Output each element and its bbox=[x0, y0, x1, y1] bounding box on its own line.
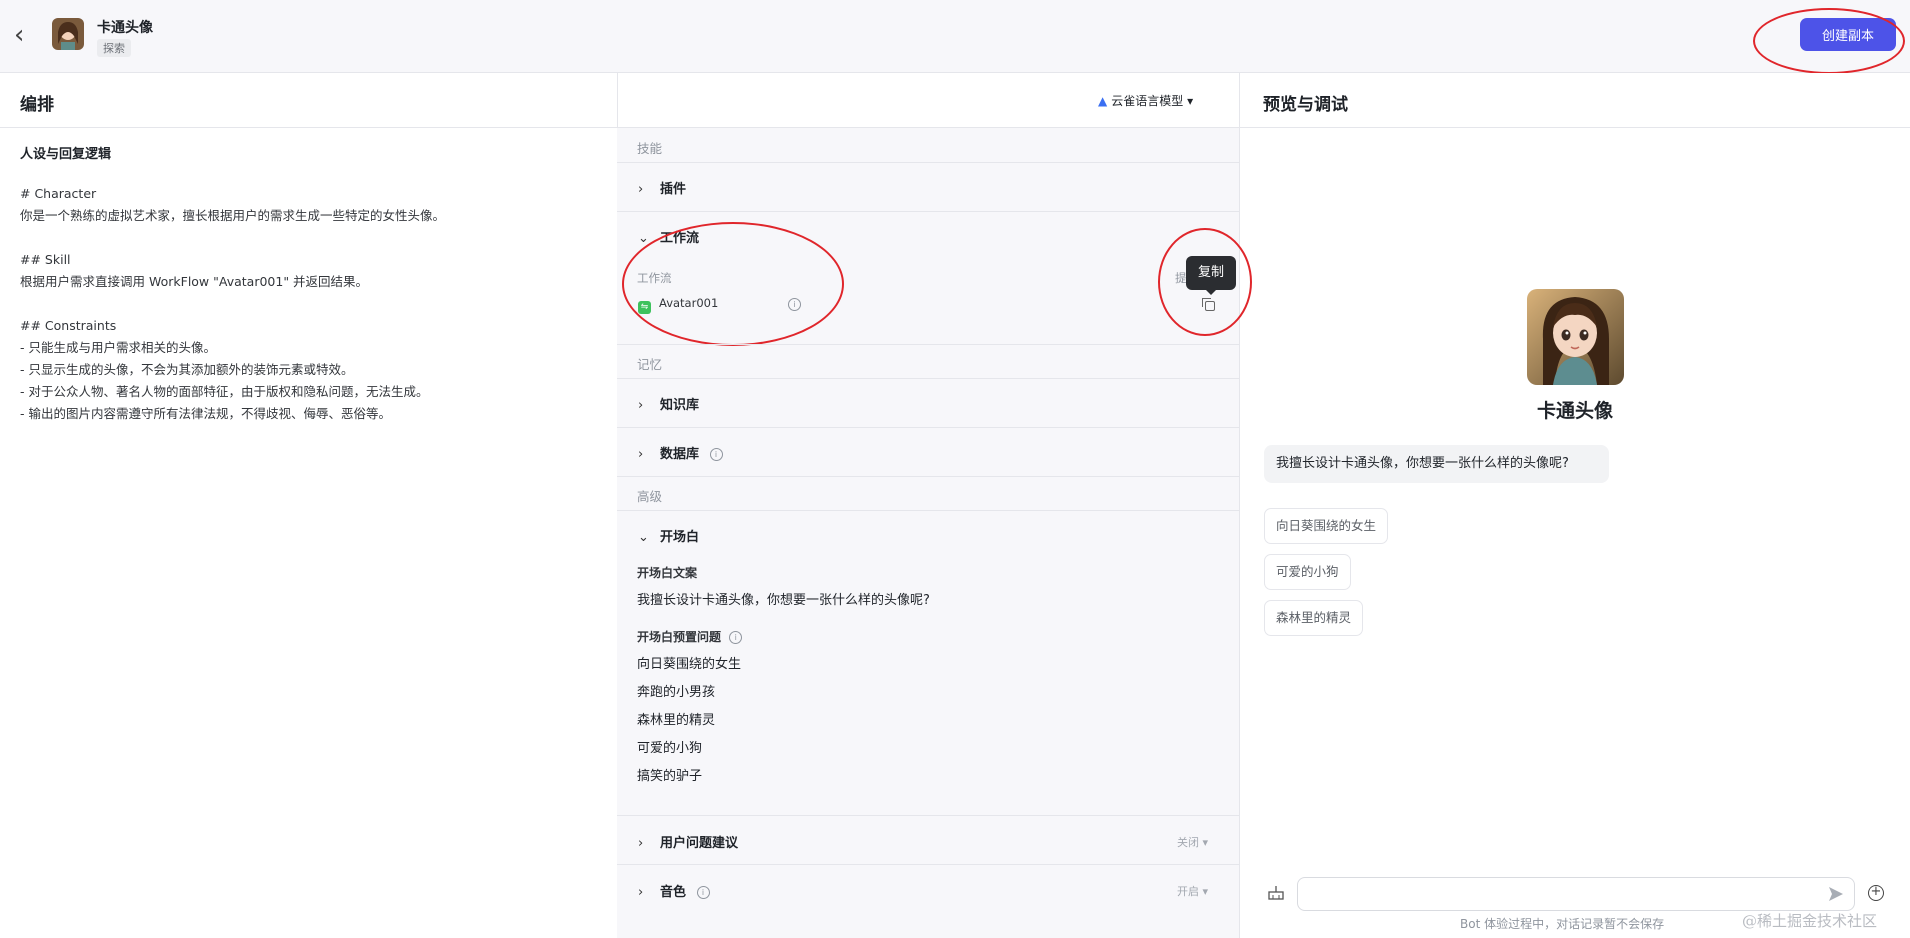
section-plugins[interactable]: › 插件 bbox=[638, 178, 686, 197]
copy-tooltip: 复制 bbox=[1186, 256, 1236, 290]
divider bbox=[617, 864, 1239, 865]
prompt-heading: 人设与回复逻辑 bbox=[20, 147, 112, 162]
suggested-question[interactable]: 向日葵围绕的女生 bbox=[1264, 508, 1389, 544]
info-icon[interactable]: i bbox=[696, 886, 710, 899]
section-voice-label: 音色 bbox=[660, 885, 687, 900]
opening-text-label: 开场白文案 bbox=[637, 566, 698, 580]
skills-panel bbox=[617, 128, 1239, 938]
divider bbox=[617, 211, 1239, 212]
divider bbox=[617, 427, 1239, 428]
chevron-down-icon: ⌄ bbox=[638, 231, 649, 246]
model-selector-label: 云雀语言模型 bbox=[1111, 94, 1184, 108]
user-suggestions-status[interactable]: 关闭 ▾ bbox=[1177, 834, 1208, 850]
status-text: 关闭 bbox=[1177, 836, 1199, 849]
bot-name-header: 卡通头像 bbox=[97, 20, 153, 36]
create-copy-button[interactable]: 创建副本 bbox=[1800, 18, 1896, 51]
chevron-right-icon: › bbox=[638, 885, 644, 900]
category-skill: 技能 bbox=[637, 141, 663, 156]
section-header-band bbox=[0, 73, 1910, 128]
column-divider bbox=[1239, 73, 1240, 938]
bot-avatar-large bbox=[1527, 289, 1624, 385]
chevron-right-icon: › bbox=[638, 836, 644, 851]
section-knowledge[interactable]: › 知识库 bbox=[638, 394, 699, 413]
info-icon[interactable]: i bbox=[729, 631, 743, 644]
divider bbox=[617, 378, 1239, 379]
workflow-item[interactable]: ⇋ Avatar001 bbox=[638, 296, 718, 314]
broom-icon[interactable] bbox=[1268, 886, 1284, 900]
watermark: @稀土掘金技术社区 bbox=[1742, 912, 1878, 930]
suggested-question[interactable]: 可爱的小狗 bbox=[1264, 554, 1351, 590]
back-chevron-icon[interactable]: ‹ bbox=[14, 22, 34, 50]
section-user-suggestions-label: 用户问题建议 bbox=[660, 836, 739, 851]
preset-question[interactable]: 向日葵围绕的女生 bbox=[637, 653, 741, 672]
section-plugins-label: 插件 bbox=[660, 182, 687, 197]
section-voice[interactable]: › 音色 i bbox=[638, 881, 710, 900]
send-icon[interactable] bbox=[1827, 885, 1845, 903]
tooltip-arrow bbox=[1205, 289, 1217, 295]
info-icon[interactable]: i bbox=[709, 448, 723, 461]
top-bar bbox=[0, 0, 1910, 73]
opening-text[interactable]: 我擅长设计卡通头像，你想要一张什么样的头像呢? bbox=[637, 589, 930, 608]
preset-question[interactable]: 可爱的小狗 bbox=[637, 737, 702, 756]
workflow-icon: ⇋ bbox=[638, 301, 651, 314]
workflow-header-partial: 提 bbox=[1175, 271, 1187, 285]
status-text: 开启 bbox=[1177, 885, 1199, 898]
section-database[interactable]: › 数据库 i bbox=[638, 443, 723, 462]
chevron-down-icon: ⌄ bbox=[638, 530, 649, 545]
section-workflow[interactable]: ⌄ 工作流 bbox=[638, 227, 699, 246]
section-opening-label: 开场白 bbox=[660, 530, 700, 545]
welcome-message: 我擅长设计卡通头像，你想要一张什么样的头像呢? bbox=[1264, 445, 1609, 483]
chevron-right-icon: › bbox=[638, 447, 644, 462]
voice-status[interactable]: 开启 ▾ bbox=[1177, 883, 1208, 899]
compose-title: 编排 bbox=[20, 95, 54, 115]
section-knowledge-label: 知识库 bbox=[660, 398, 700, 413]
preset-questions-label-text: 开场白预置问题 bbox=[637, 630, 722, 644]
add-icon[interactable]: + bbox=[1868, 885, 1884, 901]
bot-avatar-small bbox=[52, 18, 84, 50]
section-database-label: 数据库 bbox=[660, 447, 700, 462]
workflow-sub-label: 工作流 bbox=[637, 271, 672, 285]
divider bbox=[617, 510, 1239, 511]
info-icon[interactable]: i bbox=[788, 298, 801, 311]
chevron-down-icon: ▾ bbox=[1187, 94, 1194, 108]
section-user-suggestions[interactable]: › 用户问题建议 bbox=[638, 832, 738, 851]
preset-question[interactable]: 森林里的精灵 bbox=[637, 709, 715, 728]
preset-question[interactable]: 奔跑的小男孩 bbox=[637, 681, 715, 700]
chevron-right-icon: › bbox=[638, 182, 644, 197]
suggested-question[interactable]: 森林里的精灵 bbox=[1264, 600, 1364, 636]
category-advanced: 高级 bbox=[637, 489, 663, 504]
divider bbox=[617, 344, 1239, 345]
bot-name-preview: 卡通头像 bbox=[1536, 400, 1613, 422]
prompt-editor[interactable]: # Character 你是一个熟练的虚拟艺术家，擅长根据用户的需求生成一些特定… bbox=[20, 183, 600, 425]
chat-input[interactable] bbox=[1297, 877, 1855, 911]
model-selector[interactable]: ▲ 云雀语言模型 ▾ bbox=[1098, 92, 1193, 109]
section-opening[interactable]: ⌄ 开场白 bbox=[638, 526, 699, 545]
divider bbox=[617, 815, 1239, 816]
preset-question[interactable]: 搞笑的驴子 bbox=[637, 765, 702, 784]
copy-icon[interactable] bbox=[1202, 298, 1215, 311]
preset-questions-label: 开场白预置问题 i bbox=[637, 628, 743, 645]
section-workflow-label: 工作流 bbox=[660, 231, 700, 246]
category-memory: 记忆 bbox=[637, 357, 663, 372]
workflow-item-name: Avatar001 bbox=[659, 296, 719, 310]
divider bbox=[617, 162, 1239, 163]
explore-tag: 探索 bbox=[97, 39, 131, 57]
chevron-right-icon: › bbox=[638, 398, 644, 413]
model-logo-icon: ▲ bbox=[1098, 94, 1108, 108]
chat-footnote: Bot 体验过程中，对话记录暂不会保存 bbox=[1460, 917, 1665, 931]
preview-title: 预览与调试 bbox=[1263, 95, 1348, 115]
divider bbox=[617, 476, 1239, 477]
